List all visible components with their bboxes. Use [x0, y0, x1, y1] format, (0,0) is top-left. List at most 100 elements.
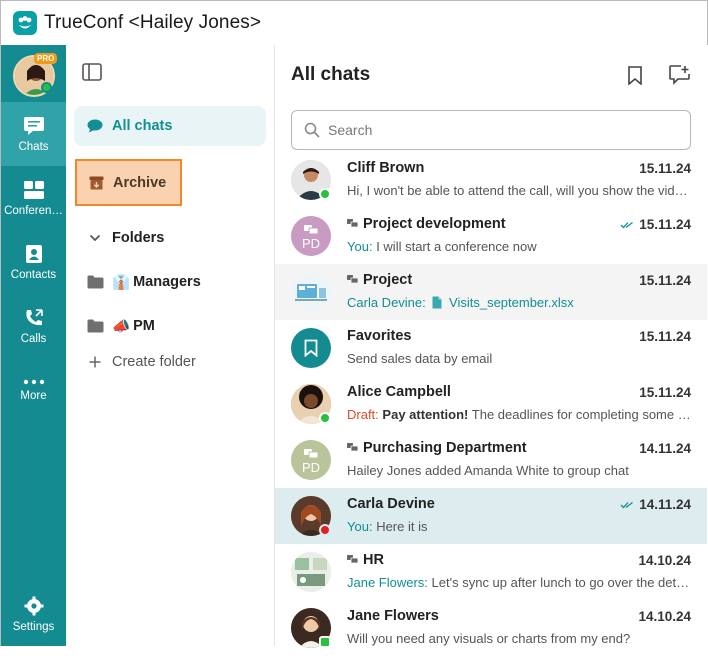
folder-archive[interactable]: Archive [75, 159, 182, 206]
avatar [291, 328, 331, 368]
folder-icon [86, 275, 104, 289]
folder-label-all-chats: All chats [112, 118, 173, 134]
chat-preview: Let's sync up after lunch to go over the… [431, 575, 691, 590]
avatar: PD [291, 216, 331, 256]
avatar-initials: PD [301, 236, 321, 251]
bookmark-icon [628, 65, 642, 85]
chat-preview: Here it is [376, 519, 428, 534]
chat-date: 14.10.24 [638, 553, 691, 568]
rail-item-calls[interactable]: Calls [1, 294, 66, 358]
chat-name: Alice Campbell [347, 384, 451, 400]
chat-name: HR [363, 552, 384, 568]
folder-emoji: 📣 [112, 318, 131, 335]
new-chat-button[interactable] [667, 63, 691, 87]
preview-sender: Carla Devine: [347, 295, 426, 310]
navigation-rail: PRO Chats Conferen… Contacts Calls More … [1, 45, 66, 646]
chat-row-purchasing-department[interactable]: PD Purchasing Department 14.11.24 Hailey… [275, 432, 707, 488]
chat-row-hr[interactable]: HR 14.10.24 Jane Flowers: Let's sync up … [275, 544, 707, 600]
draft-label: Draft: [347, 407, 379, 422]
folder-label-archive: Archive [113, 174, 167, 191]
rail-item-conferences[interactable]: Conferen… [1, 166, 66, 230]
chat-row-project[interactable]: Project 15.11.24 Carla Devine: Visits_se… [275, 264, 707, 320]
app-window: TrueConf <Hailey Jones> PRO Chats Confer… [0, 0, 708, 648]
chat-date: 14.11.24 [639, 441, 691, 456]
folder-label-pm: PM [133, 318, 155, 334]
search-input[interactable] [328, 122, 668, 138]
chat-row-carla-devine[interactable]: Carla Devine 14.11.24 You: Here it is [275, 488, 707, 544]
new-chat-icon [668, 65, 690, 85]
chat-row-favorites[interactable]: Favorites 15.11.24 Send sales data by em… [275, 320, 707, 376]
rail-label-settings: Settings [12, 620, 55, 633]
avatar [291, 272, 331, 312]
chat-name: Jane Flowers [347, 608, 439, 624]
conference-icon [23, 180, 44, 199]
chat-preview: I will start a conference now [376, 239, 537, 254]
rail-item-contacts[interactable]: Contacts [1, 230, 66, 294]
folder-emoji: 👔 [112, 274, 131, 291]
in-meeting-status-indicator [319, 636, 331, 648]
chat-name: Project [363, 272, 413, 288]
create-folder-button[interactable]: Create folder [74, 342, 266, 382]
preview-bold-text: Pay attention! [382, 407, 469, 422]
chat-row-project-development[interactable]: PD Project development 15.11.24 You: I w… [275, 208, 707, 264]
folders-panel: All chats Archive Folders 👔 Managers 📣 P… [66, 45, 275, 646]
rail-item-settings[interactable]: Settings [1, 582, 66, 646]
avatar-initials: PD [301, 460, 321, 475]
folders-header-label: Folders [112, 230, 165, 246]
chat-preview-wrap: Carla Devine: Visits_september.xlsx [347, 295, 691, 312]
chat-name-wrap: Project development [347, 216, 506, 232]
trueconf-logo-icon [13, 11, 37, 35]
chat-row-alice-campbell[interactable]: Alice Campbell 15.11.24 Draft: Pay atten… [275, 376, 707, 432]
folder-managers[interactable]: 👔 Managers [74, 262, 266, 302]
chat-preview-wrap: Jane Flowers: Let's sync up after lunch … [347, 575, 691, 590]
folder-label-managers: Managers [133, 274, 201, 290]
chat-preview-wrap: You: I will start a conference now [347, 239, 691, 254]
chevron-down-icon [86, 234, 104, 242]
chat-preview: Send sales data by email [347, 351, 493, 366]
title-bar: TrueConf <Hailey Jones> [1, 1, 707, 45]
online-status-indicator [319, 188, 331, 200]
chat-preview: Hi, I won't be able to attend the call, … [347, 183, 691, 198]
plus-icon [86, 356, 104, 368]
chat-name-wrap: Project [347, 272, 412, 288]
chat-date: 15.11.24 [639, 329, 691, 344]
chat-date: 15.11.24 [639, 217, 691, 232]
rail-item-chats[interactable]: Chats [1, 102, 66, 166]
sidebar-toggle-icon[interactable] [82, 63, 102, 81]
read-checkmarks-icon [620, 497, 634, 512]
chat-date-wrap: 14.11.24 [620, 497, 691, 512]
group-chat-icon [347, 272, 359, 288]
chat-row-cliff-brown[interactable]: Cliff Brown 15.11.24 Hi, I won't be able… [275, 152, 707, 208]
folder-all-chats[interactable]: All chats [74, 106, 266, 146]
preview-sender: You: [347, 519, 373, 534]
chat-date: 14.11.24 [639, 497, 691, 512]
chat-name: Purchasing Department [363, 440, 527, 456]
more-dots-icon [23, 379, 44, 384]
chat-name-wrap: HR [347, 552, 384, 568]
folder-pm[interactable]: 📣 PM [74, 306, 266, 346]
folders-section-header[interactable]: Folders [74, 218, 266, 258]
chat-name-wrap: Purchasing Department [347, 440, 527, 456]
online-status-indicator [319, 412, 331, 424]
group-chat-icon [347, 440, 359, 456]
busy-status-indicator [319, 524, 331, 536]
chat-preview: Visits_september.xlsx [449, 295, 574, 310]
bookmark-icon [304, 339, 318, 357]
search-box[interactable] [291, 110, 691, 150]
rail-label-contacts: Contacts [10, 268, 57, 281]
group-chat-icon [347, 216, 359, 232]
chat-name: Project development [363, 216, 506, 232]
chat-date-wrap: 15.11.24 [620, 217, 691, 232]
chat-date: 15.11.24 [639, 385, 691, 400]
chat-date: 14.10.24 [638, 609, 691, 624]
chat-name: Cliff Brown [347, 160, 425, 176]
chat-date: 15.11.24 [639, 161, 691, 176]
chat-list-title: All chats [291, 64, 371, 85]
chat-preview: The deadlines for completing some ta… [471, 407, 691, 422]
rail-item-more[interactable]: More [1, 358, 66, 422]
contacts-icon [25, 244, 42, 263]
search-icon [304, 122, 320, 138]
bookmark-button[interactable] [623, 63, 647, 87]
chat-row-jane-flowers[interactable]: Jane Flowers 14.10.24 Will you need any … [275, 600, 707, 656]
avatar [291, 552, 331, 592]
